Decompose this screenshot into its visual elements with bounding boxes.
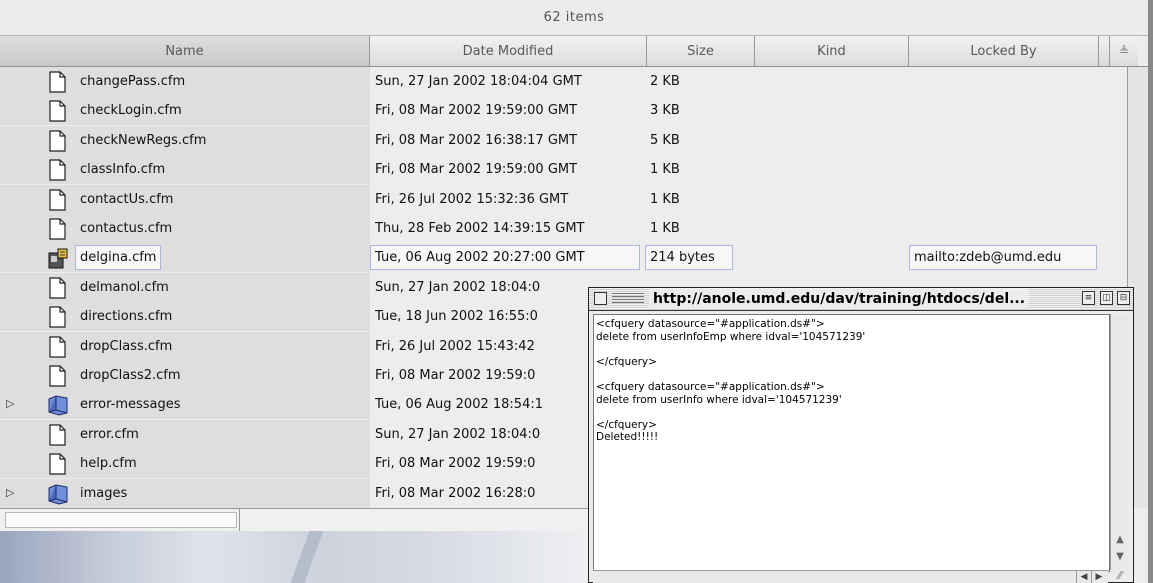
preview-horizontal-scrollbar[interactable]: ◀ ▶	[593, 570, 1108, 583]
scroll-left-arrow-icon[interactable]: ◀	[1076, 571, 1091, 583]
scrollbar-divider	[239, 509, 240, 531]
scroll-right-arrow-icon[interactable]: ▶	[1091, 571, 1106, 583]
file-name: help.cfm	[80, 456, 137, 472]
file-name: dropClass2.cfm	[80, 368, 181, 383]
file-row[interactable]: changePass.cfm Sun, 27 Jan 2002 18:04:04 …	[0, 67, 1126, 96]
file-name: directions.cfm	[80, 309, 173, 325]
header-spacer	[1099, 36, 1110, 66]
file-size: 2 KB	[650, 74, 680, 89]
column-kind-header[interactable]: Kind	[755, 36, 909, 66]
scrollbar-thumb[interactable]	[5, 512, 237, 528]
column-name-header[interactable]: Name	[0, 36, 370, 66]
file-locked-by	[914, 67, 1099, 96]
folder-icon[interactable]	[47, 394, 68, 416]
file-size: 214 bytes	[645, 245, 733, 271]
file-icon[interactable]	[47, 335, 67, 358]
file-date-modified: Thu, 28 Feb 2002 14:39:15 GMT	[375, 221, 585, 236]
preview-text: <cfquery datasource="#application.ds#"> …	[596, 318, 866, 444]
file-name: delgina.cfm	[74, 245, 162, 271]
window-edge	[1148, 0, 1153, 583]
file-size: 5 KB	[650, 132, 680, 148]
locked-file-icon[interactable]	[47, 247, 68, 269]
file-name: dropClass.cfm	[80, 338, 173, 354]
file-name: checkLogin.cfm	[80, 103, 182, 119]
file-icon[interactable]	[47, 159, 67, 181]
file-name: contactUs.cfm	[80, 191, 174, 207]
desktop-background	[0, 531, 590, 583]
file-date-modified: Fri, 08 Mar 2002 16:38:17 GMT	[375, 132, 578, 148]
file-date-modified: Tue, 06 Aug 2002 20:27:00 GMT	[370, 245, 640, 271]
file-icon[interactable]	[47, 188, 67, 211]
sort-direction-icon[interactable]: ≜	[1110, 36, 1138, 66]
file-size: 1 KB	[650, 162, 680, 178]
close-box-icon[interactable]	[594, 292, 607, 305]
file-icon[interactable]	[47, 100, 67, 122]
file-name: checkNewRegs.cfm	[80, 132, 207, 148]
file-row[interactable]: checkNewRegs.cfm Fri, 08 Mar 2002 16:38:1…	[0, 125, 1126, 155]
file-icon[interactable]	[47, 277, 67, 299]
resize-grip-icon[interactable]: ⁄⁄	[1113, 570, 1127, 582]
file-locked-by	[914, 155, 1099, 184]
horizontal-scrollbar[interactable]	[0, 508, 590, 532]
file-locked-by: mailto:zdeb@umd.edu	[909, 245, 1097, 271]
file-row[interactable]: contactUs.cfm Fri, 26 Jul 2002 15:32:36 G…	[0, 184, 1126, 214]
file-row[interactable]: delgina.cfm Tue, 06 Aug 2002 20:27:00 GMT…	[0, 243, 1126, 273]
file-size: 3 KB	[650, 103, 680, 119]
file-icon[interactable]	[47, 424, 67, 446]
column-locked-by-header[interactable]: Locked By	[909, 36, 1099, 66]
file-date-modified: Fri, 08 Mar 2002 19:59:00 GMT	[375, 162, 578, 178]
preview-content[interactable]: <cfquery datasource="#application.ds#"> …	[593, 314, 1110, 572]
scroll-down-arrow-icon[interactable]: ▼	[1112, 550, 1128, 564]
file-locked-by	[914, 96, 1099, 125]
zoom-box-icon[interactable]: ◫	[1100, 291, 1113, 305]
disclosure-triangle-icon[interactable]: ▷	[6, 486, 14, 499]
disclosure-triangle-icon[interactable]: ▷	[6, 397, 14, 410]
file-icon[interactable]	[47, 218, 67, 240]
item-count-bar: 62 items	[0, 0, 1148, 36]
file-name: error-messages	[80, 397, 181, 413]
column-size-header[interactable]: Size	[647, 36, 755, 66]
preview-vertical-scrollbar[interactable]: ▲ ▼	[1110, 314, 1129, 570]
file-locked-by	[914, 214, 1099, 243]
file-icon[interactable]	[47, 453, 67, 475]
file-date-modified: Fri, 08 Mar 2002 19:59:00 GMT	[375, 103, 578, 119]
column-date-header[interactable]: Date Modified	[370, 36, 647, 66]
file-row[interactable]: checkLogin.cfm Fri, 08 Mar 2002 19:59:00 …	[0, 96, 1126, 126]
file-name: delmanol.cfm	[80, 279, 169, 295]
file-locked-by	[914, 185, 1099, 214]
collapse-box-icon[interactable]: ⊟	[1117, 291, 1130, 305]
file-name: images	[80, 485, 128, 501]
preview-title: http://anole.umd.edu/dav/training/htdocs…	[649, 289, 1030, 309]
file-name: classInfo.cfm	[80, 162, 166, 178]
folder-icon[interactable]	[47, 483, 68, 505]
file-name: changePass.cfm	[80, 74, 186, 89]
file-icon[interactable]	[47, 306, 67, 328]
file-name: contactus.cfm	[80, 221, 173, 236]
file-icon[interactable]	[47, 365, 67, 387]
file-row[interactable]: contactus.cfm Thu, 28 Feb 2002 14:39:15 G…	[0, 214, 1126, 243]
file-preview-window: http://anole.umd.edu/dav/training/htdocs…	[588, 287, 1134, 583]
file-icon[interactable]	[47, 130, 67, 152]
file-size: 1 KB	[650, 221, 680, 236]
file-size: 1 KB	[650, 191, 680, 207]
file-date-modified: Fri, 26 Jul 2002 15:32:36 GMT	[375, 191, 569, 207]
window-shade-icon[interactable]: ≡	[1082, 291, 1095, 305]
preview-title-bar[interactable]: http://anole.umd.edu/dav/training/htdocs…	[589, 288, 1133, 311]
item-count: 62 items	[543, 10, 605, 25]
file-row[interactable]: classInfo.cfm Fri, 08 Mar 2002 19:59:00 G…	[0, 155, 1126, 185]
scroll-up-arrow-icon[interactable]: ▲	[1112, 533, 1128, 547]
file-locked-by	[914, 126, 1099, 155]
desktop-streak	[290, 531, 324, 583]
file-icon[interactable]	[47, 71, 67, 93]
file-name: error.cfm	[80, 426, 139, 442]
column-header: Name Date Modified Size Kind Locked By ≜	[0, 36, 1148, 67]
file-date-modified: Sun, 27 Jan 2002 18:04:04 GMT	[375, 74, 582, 89]
title-stripes-icon	[612, 293, 644, 303]
